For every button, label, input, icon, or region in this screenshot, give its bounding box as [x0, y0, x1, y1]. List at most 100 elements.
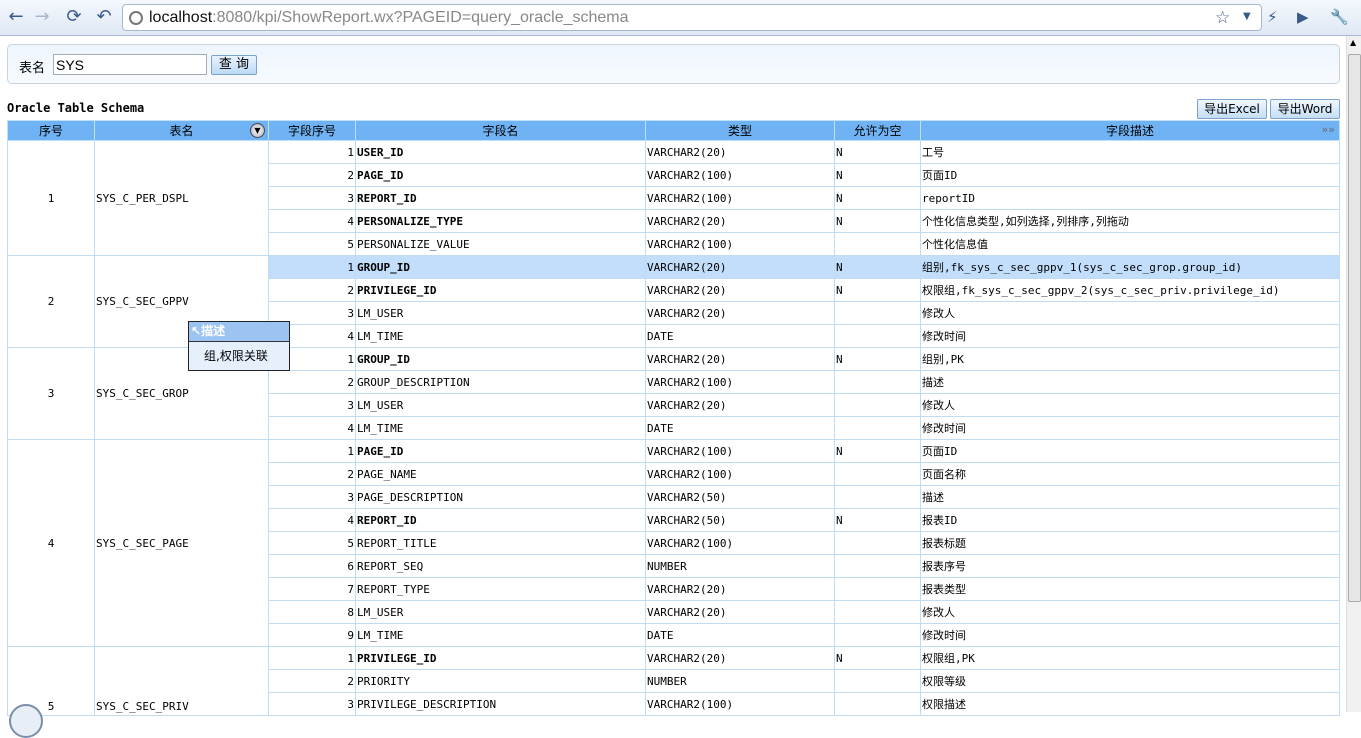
field-no: 3	[268, 485, 356, 509]
field-type: VARCHAR2(20)	[645, 301, 835, 325]
field-nullable	[834, 531, 921, 555]
field-description: 报表ID	[920, 508, 1340, 532]
field-type: DATE	[645, 324, 835, 348]
col-header-table[interactable]: 表名 ▼	[94, 120, 269, 141]
field-type: VARCHAR2(20)	[645, 393, 835, 417]
dropdown-icon[interactable]: ▼	[1243, 11, 1251, 22]
forward-icon[interactable]: →	[30, 6, 54, 27]
url-path: :8080/kpi/ShowReport.wx?PAGEID=query_ora…	[212, 9, 629, 26]
field-nullable	[834, 462, 921, 486]
field-description: 修改时间	[920, 416, 1340, 440]
field-no: 8	[268, 600, 356, 624]
field-type: NUMBER	[645, 554, 835, 578]
field-description: 个性化信息值	[920, 232, 1340, 256]
table-name-label: 表名	[19, 61, 46, 76]
vertical-scrollbar[interactable]: ▲	[1346, 36, 1361, 712]
reload-icon[interactable]: ⟳	[62, 6, 86, 27]
field-description: 组别,fk_sys_c_sec_gppv_1(sys_c_sec_grop.gr…	[920, 255, 1340, 279]
field-description: 权限组,fk_sys_c_sec_gppv_2(sys_c_sec_priv.p…	[920, 278, 1340, 302]
field-no: 2	[268, 370, 356, 394]
field-no: 3	[268, 393, 356, 417]
field-name: PRIVILEGE_ID	[355, 278, 646, 302]
field-description: 页面ID	[920, 163, 1340, 187]
field-name: USER_ID	[355, 140, 646, 164]
query-panel: 表名 查 询	[7, 44, 1340, 84]
field-nullable: N	[834, 646, 921, 670]
field-description: 修改人	[920, 393, 1340, 417]
table-no: 4	[7, 439, 95, 647]
field-nullable	[834, 416, 921, 440]
field-nullable: N	[834, 186, 921, 210]
col-header-nullable[interactable]: 允许为空	[834, 120, 921, 141]
field-type: VARCHAR2(50)	[645, 485, 835, 509]
field-name: GROUP_ID	[355, 347, 646, 371]
field-nullable	[834, 669, 921, 693]
field-type: VARCHAR2(100)	[645, 531, 835, 555]
field-name: REPORT_ID	[355, 508, 646, 532]
table-row[interactable]: 1 SYS_C_PER_DSPL 1 USER_ID VARCHAR2(20) N 工号	[7, 140, 1340, 256]
field-description: 报表序号	[920, 554, 1340, 578]
filter-dropdown-icon[interactable]: ▼	[250, 123, 265, 138]
field-name: LM_TIME	[355, 623, 646, 647]
tooltip-title-text: 描述	[201, 324, 226, 338]
col-header-type[interactable]: 类型	[645, 120, 835, 141]
field-type: VARCHAR2(20)	[645, 278, 835, 302]
field-type: VARCHAR2(100)	[645, 232, 835, 256]
wrench-icon[interactable]: 🔧	[1330, 8, 1349, 26]
field-nullable	[834, 577, 921, 601]
address-bar[interactable]: localhost:8080/kpi/ShowReport.wx?PAGEID=…	[122, 4, 1262, 31]
col-header-field-name[interactable]: 字段名	[355, 120, 646, 141]
field-no: 2	[268, 278, 356, 302]
field-description: 工号	[920, 140, 1340, 164]
export-word-button[interactable]: 导出Word	[1270, 99, 1340, 119]
table-no: 1	[7, 140, 95, 256]
field-name: LM_TIME	[355, 324, 646, 348]
table-row[interactable]: 4 SYS_C_SEC_PAGE 1 PAGE_ID VARCHAR2(100) N 页面I…	[7, 439, 1340, 647]
field-description: 权限描述	[920, 692, 1340, 716]
table-row[interactable]: 2 SYS_C_SEC_GPPV 1 GROUP_ID VARCHAR2(20) N 组别,…	[7, 255, 1340, 348]
field-type: DATE	[645, 623, 835, 647]
field-nullable	[834, 301, 921, 325]
field-nullable: N	[834, 278, 921, 302]
field-name: REPORT_TITLE	[355, 531, 646, 555]
field-name: PRIVILEGE_DESCRIPTION	[355, 692, 646, 716]
field-type: VARCHAR2(100)	[645, 370, 835, 394]
field-nullable: N	[834, 508, 921, 532]
flash-icon[interactable]: ⚡	[1267, 8, 1278, 26]
field-no: 3	[268, 186, 356, 210]
field-name: LM_USER	[355, 600, 646, 624]
field-name: PRIORITY	[355, 669, 646, 693]
field-description: 组别,PK	[920, 347, 1340, 371]
floating-button[interactable]	[9, 704, 43, 738]
field-no: 3	[268, 692, 356, 716]
field-no: 2	[268, 669, 356, 693]
field-no: 9	[268, 623, 356, 647]
table-row[interactable]: 5 SYS_C_SEC_PRIV 1 PRIVILEGE_ID VARCHAR2(20)…	[7, 646, 1340, 716]
field-name: REPORT_TYPE	[355, 577, 646, 601]
undo-icon[interactable]: ↶	[92, 6, 116, 27]
col-header-field-no[interactable]: 字段序号	[268, 120, 356, 141]
field-description: reportID	[920, 186, 1340, 210]
col-header-desc[interactable]: 字段描述 »»	[920, 120, 1340, 141]
field-type: VARCHAR2(100)	[645, 462, 835, 486]
col-header-desc-label: 字段描述	[1105, 124, 1154, 138]
field-nullable	[834, 232, 921, 256]
query-button[interactable]: 查 询	[211, 55, 257, 75]
scroll-thumb[interactable]	[1348, 54, 1361, 602]
table-name-input[interactable]	[53, 54, 207, 75]
field-name: PAGE_NAME	[355, 462, 646, 486]
back-icon[interactable]: ←	[4, 6, 28, 27]
table-name: SYS_C_PER_DSPL	[94, 140, 269, 256]
field-no: 5	[268, 531, 356, 555]
expand-columns-icon[interactable]: »»	[1322, 123, 1335, 136]
field-no: 4	[268, 209, 356, 233]
field-no: 2	[268, 462, 356, 486]
field-name: GROUP_ID	[355, 255, 646, 279]
export-excel-button[interactable]: 导出Excel	[1197, 99, 1267, 119]
play-icon[interactable]: ▶	[1297, 8, 1309, 26]
scroll-up-icon[interactable]: ▲	[1350, 38, 1356, 47]
col-header-no[interactable]: 序号	[7, 120, 95, 141]
field-name: PAGE_ID	[355, 439, 646, 463]
star-icon[interactable]: ☆	[1215, 8, 1230, 28]
table-no: 2	[7, 255, 95, 348]
